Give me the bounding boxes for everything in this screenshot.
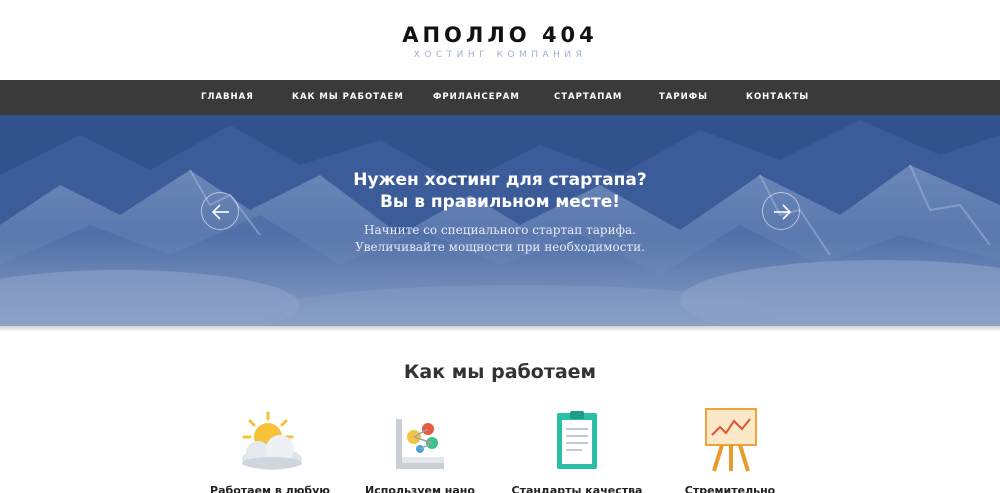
feature-item: Стандарты качества	[497, 405, 657, 493]
feature-title: Стандарты качества	[511, 484, 643, 493]
main-nav: ГЛАВНАЯ КАК МЫ РАБОТАЕМ ФРИЛАНСЕРАМ СТАР…	[0, 80, 1000, 115]
feature-item: Работаем в любую	[190, 405, 350, 493]
feature-title: Работаем в любую	[210, 484, 330, 493]
hero-shadow	[0, 326, 1000, 332]
section-title-how-we-work: Как мы работаем	[403, 361, 597, 383]
hero-headline-line1: Нужен хостинг для стартапа?	[353, 170, 647, 190]
nav-item-freelancers[interactable]: ФРИЛАНСЕРАМ	[433, 80, 520, 115]
easel-chart-icon	[650, 405, 810, 477]
site-header: АПОЛЛО 404 ХОСТИНГ КОМПАНИЯ	[0, 0, 1000, 80]
nav-item-how-we-work[interactable]: КАК МЫ РАБОТАЕМ	[292, 80, 404, 115]
feature-title: Используем нано	[365, 484, 475, 493]
nav-item-home[interactable]: ГЛАВНАЯ	[201, 80, 254, 115]
logo-title[interactable]: АПОЛЛО 404	[0, 22, 1000, 48]
feature-item: Стремительно	[650, 405, 810, 493]
hero-slider: Нужен хостинг для стартапа? Вы в правиль…	[0, 115, 1000, 326]
hero-text-line1: Начните со специального стартап тарифа.	[364, 223, 636, 237]
nav-item-startups[interactable]: СТАРТАПАМ	[554, 80, 622, 115]
nav-item-tariffs[interactable]: ТАРИФЫ	[659, 80, 708, 115]
hero-text-line2: Увеличивайте мощности при необходимости.	[355, 240, 645, 254]
nav-item-contacts[interactable]: КОНТАКТЫ	[746, 80, 809, 115]
feature-title: Стремительно	[684, 484, 776, 493]
clipboard-icon	[497, 405, 657, 477]
feature-item: Используем нано	[340, 405, 500, 493]
molecule-chart-icon	[340, 405, 500, 477]
logo-subtitle: ХОСТИНГ КОМПАНИЯ	[413, 50, 587, 60]
hero-caption: Нужен хостинг для стартапа? Вы в правиль…	[0, 169, 1000, 256]
hero-headline-line2: Вы в правильном месте!	[379, 192, 621, 212]
logo[interactable]: АПОЛЛО 404 ХОСТИНГ КОМПАНИЯ	[0, 22, 1000, 61]
sun-cloud-icon	[190, 405, 350, 477]
